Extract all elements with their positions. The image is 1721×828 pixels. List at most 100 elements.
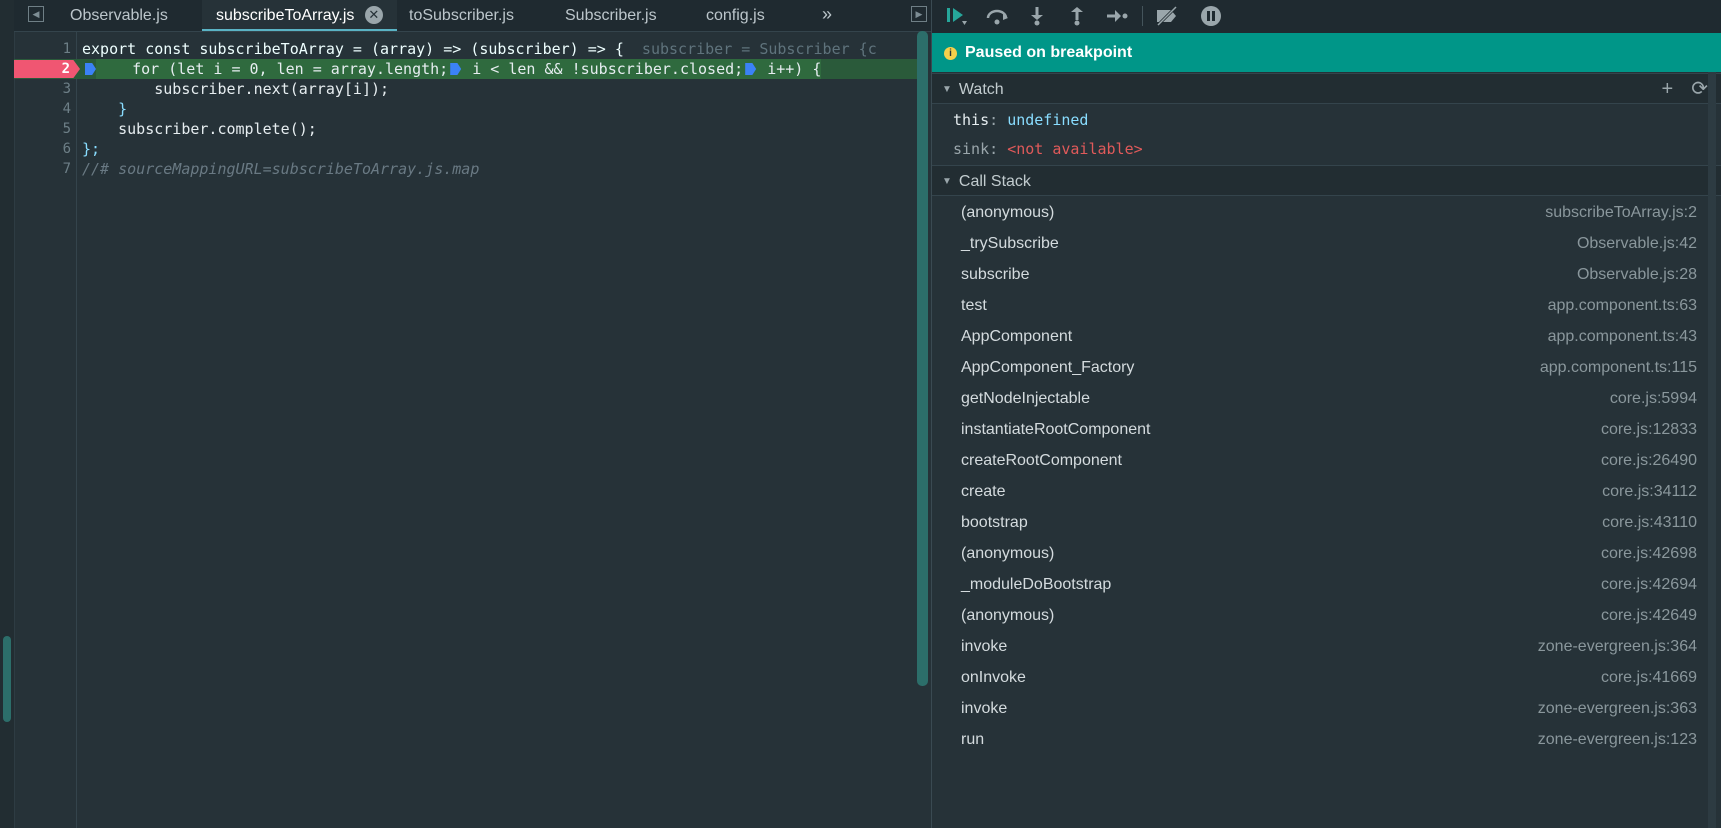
call-frame[interactable]: bootstrap core.js:43110 [932,507,1721,538]
toggle-navigator-icon[interactable]: ◀ [28,6,44,22]
tab-observable[interactable]: Observable.js [70,0,168,31]
paused-message: Paused on breakpoint [965,44,1133,61]
watch-item[interactable]: this: undefined [932,106,1721,135]
call-frame[interactable]: createRootComponent core.js:26490 [932,445,1721,476]
devtools-sources-panel: ◀ Observable.js subscribeToArray.js ✕ to… [0,0,1721,828]
watch-item[interactable]: sink: <not available> [932,135,1721,164]
resume-icon[interactable] [944,4,970,28]
debugger-sidebar: i Paused on breakpoint ▼ Watch + ⟳ this: un… [931,0,1721,828]
call-frame[interactable]: (anonymous) core.js:42698 [932,538,1721,569]
call-frame[interactable]: instantiateRootComponent core.js:12833 [932,414,1721,445]
frame-location: core.js:5994 [1609,390,1697,407]
frame-location: core.js:42694 [1600,576,1697,593]
line-number[interactable]: 6 [14,139,71,159]
call-frame[interactable]: _trySubscribe Observable.js:42 [932,228,1721,259]
frame-location: core.js:34112 [1602,483,1697,500]
code-line-5[interactable]: 5 subscriber.complete(); [14,119,917,139]
call-frame[interactable]: run zone-evergreen.js:123 [932,724,1721,755]
inline-breakpoint-icon[interactable] [450,63,462,75]
inline-breakpoint-icon[interactable] [745,63,757,75]
tab-subscribe-to-array[interactable]: subscribeToArray.js ✕ [202,0,397,31]
call-frame[interactable]: test app.component.ts:63 [932,290,1721,321]
code-line-6[interactable]: 6 }; [14,139,917,159]
frame-function-name: AppComponent [961,328,1073,345]
line-number[interactable]: 4 [14,99,71,119]
frame-function-name: _moduleDoBootstrap [961,576,1112,593]
line-number[interactable]: 3 [14,79,71,99]
frame-function-name: _trySubscribe [961,235,1059,252]
code-comment: //# sourceMappingURL=subscribeToArray.js… [82,160,480,178]
frame-location: core.js:41669 [1600,669,1697,686]
frame-location: core.js:26490 [1600,452,1697,469]
debugger-toolbar [932,0,1721,33]
close-tab-icon[interactable]: ✕ [364,6,383,24]
tab-label: subscribeToArray.js [216,7,355,24]
code-line-1[interactable]: 1 export const subscribeToArray = (array… [14,39,917,59]
step-icon[interactable] [1104,4,1130,28]
code-editor[interactable]: 1 export const subscribeToArray = (array… [14,31,931,828]
call-stack-section-header[interactable]: ▼ Call Stack [932,165,1721,196]
expand-triangle-icon[interactable]: ▼ [942,166,952,197]
code-text: subscriber.next(array[i]); [82,80,390,98]
watch-section-header[interactable]: ▼ Watch + ⟳ [932,73,1721,104]
tab-config[interactable]: config.js [706,0,765,31]
step-over-icon[interactable] [984,4,1010,28]
expand-triangle-icon[interactable]: ▼ [942,74,952,105]
editor-scrollbar[interactable] [917,31,928,686]
breakpoint-marker[interactable]: 2 [14,60,80,78]
watch-actions: + ⟳ [1644,74,1708,105]
call-frame[interactable]: AppComponent app.component.ts:43 [932,321,1721,352]
call-frame[interactable]: subscribe Observable.js:28 [932,259,1721,290]
code-segment: export const subscribeToArray = (array) … [82,40,624,58]
step-out-icon[interactable] [1064,4,1090,28]
code-line-7[interactable]: 7 //# sourceMappingURL=subscribeToArray.… [14,159,917,179]
frame-location: subscribeToArray.js:2 [1545,204,1697,221]
frame-function-name: instantiateRootComponent [961,421,1151,438]
frame-function-name: invoke [961,700,1008,717]
call-frame[interactable]: (anonymous) core.js:42649 [932,600,1721,631]
inline-breakpoint-icon[interactable] [85,63,96,75]
add-expression-icon[interactable]: + [1662,78,1674,100]
tab-label: config.js [706,7,765,24]
call-frame[interactable]: (anonymous) subscribeToArray.js:2 [932,197,1721,228]
call-frame[interactable]: _moduleDoBootstrap core.js:42694 [932,569,1721,600]
code-line-4[interactable]: 4 } [14,99,917,119]
watch-value: <not available> [1007,140,1143,158]
pause-on-exceptions-icon[interactable] [1198,4,1224,28]
tab-subscriber[interactable]: Subscriber.js [565,0,657,31]
line-number[interactable]: 1 [14,39,71,59]
frame-function-name: (anonymous) [961,204,1055,221]
call-frame[interactable]: AppComponent_Factory app.component.ts:115 [932,352,1721,383]
code-line-3[interactable]: 3 subscriber.next(array[i]); [14,79,917,99]
code-line-2-paused[interactable]: 2 for (let i = 0, len = array.length; i … [14,59,917,79]
refresh-icon[interactable]: ⟳ [1691,78,1708,100]
frame-location: Observable.js:42 [1576,235,1697,252]
watch-title: Watch [958,81,1004,98]
code-text: export const subscribeToArray = (array) … [82,39,877,59]
sidebar-scrollbar[interactable] [1708,72,1716,828]
call-frame[interactable]: onInvoke core.js:41669 [932,662,1721,693]
call-frame[interactable]: invoke zone-evergreen.js:364 [932,631,1721,662]
tab-label: Subscriber.js [565,7,657,24]
navigator-scrollbar[interactable] [3,636,11,722]
frame-function-name: bootstrap [961,514,1028,531]
more-tabs-chevron-icon[interactable]: » [822,0,832,31]
deactivate-breakpoints-icon[interactable] [1154,4,1180,28]
call-frame[interactable]: getNodeInjectable core.js:5994 [932,383,1721,414]
paused-banner: i Paused on breakpoint [932,33,1721,72]
frame-location: app.component.ts:115 [1539,359,1697,376]
step-into-icon[interactable] [1024,4,1050,28]
line-number: 2 [61,61,70,77]
watch-value: undefined [1007,111,1089,129]
tab-to-subscriber[interactable]: toSubscriber.js [409,0,514,31]
call-frame[interactable]: invoke zone-evergreen.js:363 [932,693,1721,724]
frame-location: core.js:43110 [1602,514,1697,531]
frame-location: core.js:42649 [1600,607,1697,624]
toggle-debugger-icon[interactable]: ▶ [911,6,927,22]
line-number[interactable]: 5 [14,119,71,139]
toolbar-divider [1142,6,1143,26]
call-frame[interactable]: create core.js:34112 [932,476,1721,507]
code-segment: i < len && !subscriber.closed; [463,60,744,78]
line-number[interactable]: 7 [14,159,71,179]
tab-label: toSubscriber.js [409,7,514,24]
